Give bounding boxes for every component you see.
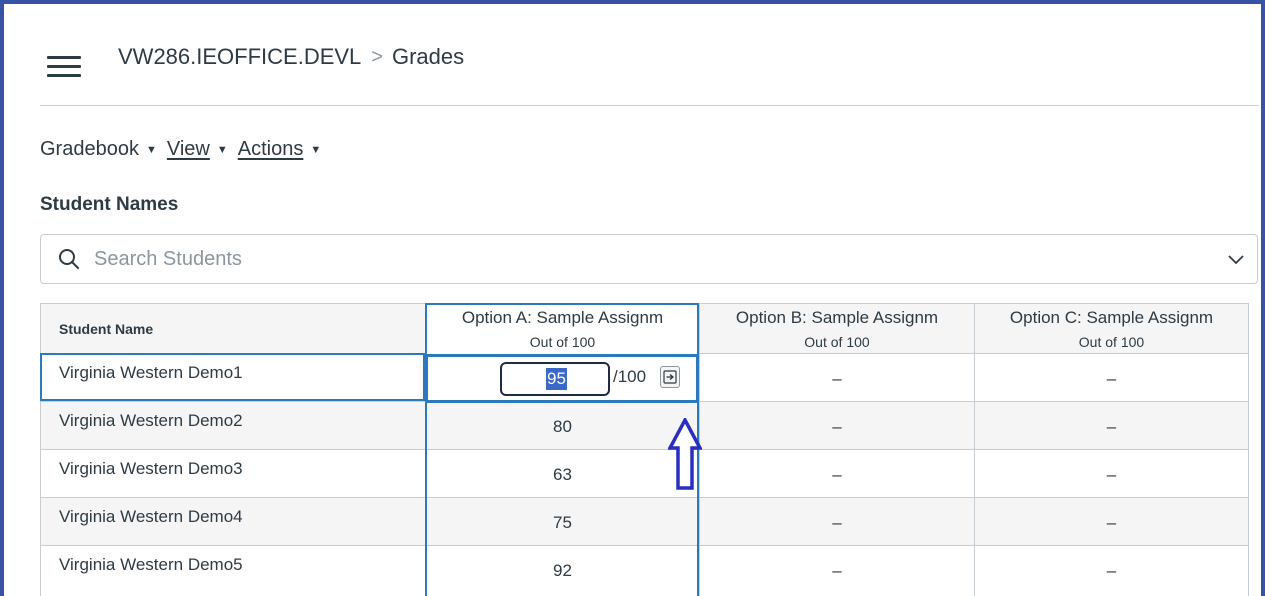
chevron-down-icon[interactable] <box>1227 252 1245 266</box>
grade-cell[interactable]: – <box>974 545 1248 596</box>
student-names-heading: Student Names <box>40 194 179 215</box>
column-header-option-a[interactable]: Option A: Sample Assignm Out of 100 <box>425 303 699 353</box>
up-arrow-icon <box>668 418 702 490</box>
grade-input[interactable]: 95 <box>500 362 610 396</box>
search-students-input[interactable]: Search Students <box>40 234 1258 284</box>
grade-cell[interactable]: – <box>699 449 974 497</box>
caret-down-icon: ▼ <box>145 143 157 156</box>
column-points: Out of 100 <box>1078 334 1145 350</box>
student-name-column-header[interactable]: Student Name <box>40 303 425 353</box>
gradebook-grid: Student Name Option A: Sample Assignm Ou… <box>40 303 1260 596</box>
breadcrumb-course-link[interactable]: VW286.IEOFFICE.DEVL <box>118 44 361 70</box>
student-name-cell[interactable]: Virginia Western Demo1 <box>40 353 425 401</box>
grade-cell[interactable]: – <box>699 497 974 545</box>
breadcrumb: VW286.IEOFFICE.DEVL > Grades <box>118 44 464 70</box>
grid-right-border <box>1248 303 1249 596</box>
gradebook-menu-label: Gradebook <box>40 138 139 160</box>
arrow-right-box-icon <box>663 370 677 384</box>
points-possible: /100 <box>613 367 647 386</box>
grade-cell[interactable]: – <box>974 449 1248 497</box>
grade-cell[interactable]: – <box>974 401 1248 449</box>
grade-cell[interactable]: 80 <box>425 401 699 449</box>
column-title: Option A: Sample Assignm <box>461 308 664 327</box>
grade-cell[interactable]: 92 <box>425 545 699 596</box>
selected-column-top-border <box>425 303 699 305</box>
gradebook-toolbar: Gradebook ▼ View ▼ Actions ▼ <box>40 138 331 161</box>
student-name-cell[interactable]: Virginia Western Demo3 <box>40 449 425 497</box>
breadcrumb-current-page: Grades <box>391 44 465 69</box>
column-header-option-b[interactable]: Option B: Sample Assignm Out of 100 <box>699 303 974 353</box>
grade-cell[interactable]: – <box>974 353 1248 401</box>
active-grade-cell[interactable]: 95 /100 <box>425 354 699 403</box>
grade-detail-tray-button[interactable] <box>660 366 680 388</box>
column-title: Option C: Sample Assignm <box>1009 308 1214 327</box>
grade-cell[interactable]: – <box>974 497 1248 545</box>
column-header-option-c[interactable]: Option C: Sample Assignm Out of 100 <box>974 303 1248 353</box>
actions-menu-label: Actions <box>237 138 304 160</box>
student-name-cell[interactable]: Virginia Western Demo5 <box>40 545 425 596</box>
grade-cell[interactable]: 75 <box>425 497 699 545</box>
column-points: Out of 100 <box>529 334 596 350</box>
view-menu-label: View <box>166 138 210 160</box>
column-title: Option B: Sample Assignm <box>735 308 939 327</box>
caret-down-icon: ▼ <box>310 143 322 156</box>
view-menu[interactable]: View ▼ <box>167 138 228 161</box>
gradebook-menu[interactable]: Gradebook ▼ <box>40 138 157 161</box>
caret-down-icon: ▼ <box>216 143 228 156</box>
grade-cell[interactable]: – <box>699 353 974 401</box>
student-name-cell[interactable]: Virginia Western Demo4 <box>40 497 425 545</box>
search-icon <box>59 249 79 269</box>
grade-cell[interactable]: – <box>699 401 974 449</box>
column-points: Out of 100 <box>804 334 870 350</box>
search-placeholder: Search Students <box>94 247 242 270</box>
actions-menu[interactable]: Actions ▼ <box>238 138 321 161</box>
student-name-cell[interactable]: Virginia Western Demo2 <box>40 401 425 449</box>
grade-cell[interactable]: – <box>699 545 974 596</box>
hamburger-menu-icon[interactable] <box>47 56 81 77</box>
grade-input-value: 95 <box>546 368 567 390</box>
grade-cell[interactable]: 63 <box>425 449 699 497</box>
breadcrumb-separator: > <box>371 45 383 68</box>
header-divider <box>40 105 1259 106</box>
